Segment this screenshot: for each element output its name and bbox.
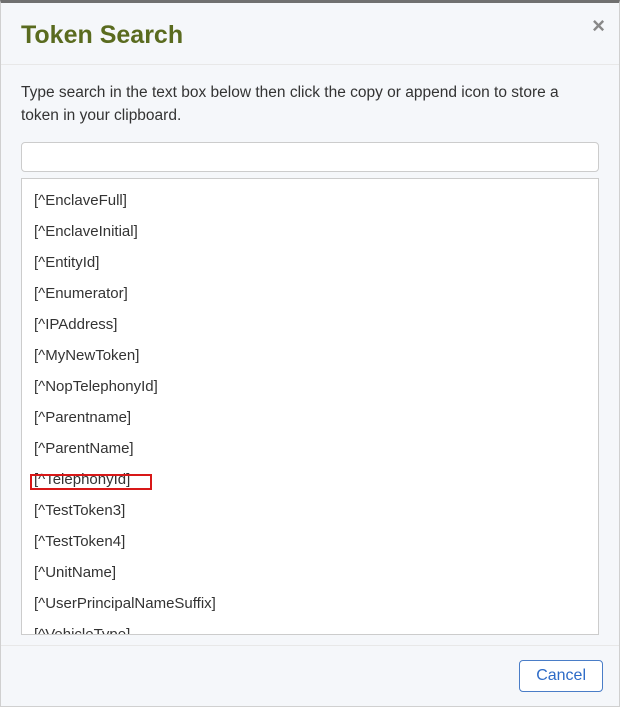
token-list-container[interactable]: [^EnclaveFull][^EnclaveInitial][^EntityI… <box>21 178 599 636</box>
token-item[interactable]: [^UnitName] <box>22 557 598 588</box>
cancel-button[interactable]: Cancel <box>519 660 603 692</box>
token-item[interactable]: [^EnclaveFull] <box>22 185 598 216</box>
token-item[interactable]: [^MyNewToken] <box>22 340 598 371</box>
token-item[interactable]: [^ParentName] <box>22 433 598 464</box>
token-item[interactable]: [^TestToken3] <box>22 495 598 526</box>
token-item[interactable]: [^UserPrincipalNameSuffix] <box>22 588 598 619</box>
token-search-modal: Token Search × Type search in the text b… <box>0 0 620 707</box>
modal-footer: Cancel <box>1 645 619 706</box>
token-list: [^EnclaveFull][^EnclaveInitial][^EntityI… <box>22 179 598 636</box>
modal-body: Type search in the text box below then c… <box>1 65 619 645</box>
close-button[interactable]: × <box>592 15 605 37</box>
instructions-text: Type search in the text box below then c… <box>21 81 599 128</box>
token-item[interactable]: [^TestToken4] <box>22 526 598 557</box>
modal-header: Token Search × <box>1 3 619 65</box>
token-item[interactable]: [^EnclaveInitial] <box>22 216 598 247</box>
search-input[interactable] <box>21 142 599 172</box>
token-item[interactable]: [^NopTelephonyId] <box>22 371 598 402</box>
token-item[interactable]: [^IPAddress] <box>22 309 598 340</box>
token-item[interactable]: [^VehicleType] <box>22 619 598 636</box>
token-item[interactable]: [^Parentname] <box>22 402 598 433</box>
token-item[interactable]: [^EntityId] <box>22 247 598 278</box>
modal-title: Token Search <box>21 21 599 50</box>
token-item[interactable]: [^TelephonyId] <box>22 464 598 495</box>
token-item[interactable]: [^Enumerator] <box>22 278 598 309</box>
